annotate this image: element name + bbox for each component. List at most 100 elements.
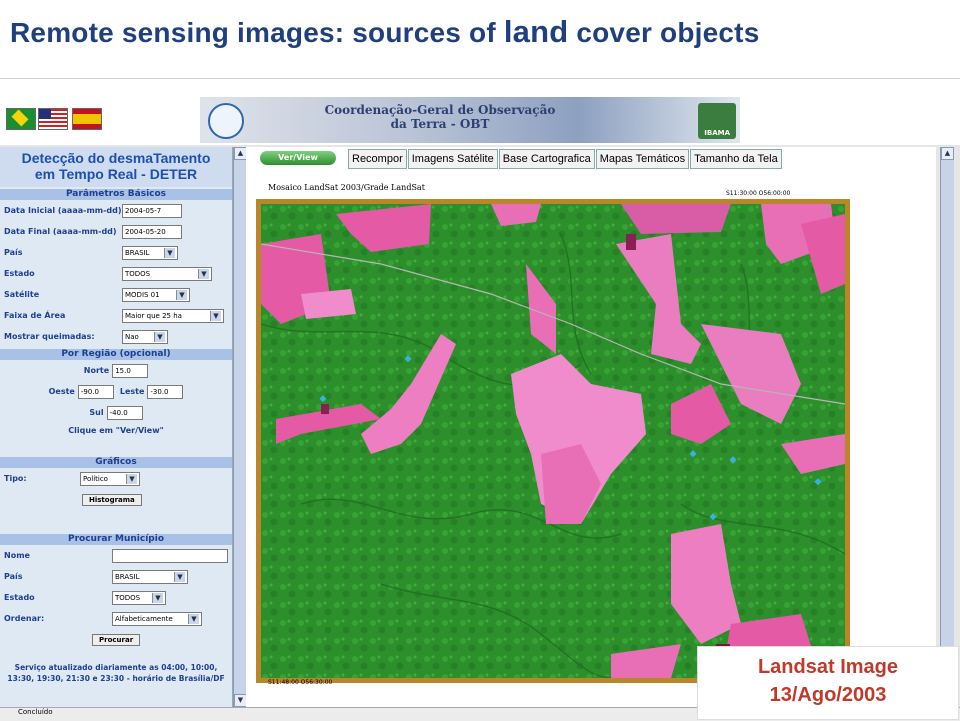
satellite-map[interactable] bbox=[256, 199, 850, 683]
faixa-area-select[interactable]: Maior que 25 ha ▼ bbox=[122, 308, 224, 323]
field-faixa-area: Faixa de Área Maior que 25 ha ▼ bbox=[0, 305, 232, 326]
row-muni-pais: País BRASIL ▼ bbox=[0, 566, 232, 587]
field-estado: Estado TODOS ▼ bbox=[0, 263, 232, 284]
header-banner: Coordenação-Geral de Observação da Terra… bbox=[200, 97, 740, 143]
sul-input[interactable]: -40.0 bbox=[106, 405, 143, 420]
chevron-down-icon[interactable]: ▼ bbox=[164, 247, 175, 258]
nome-input[interactable] bbox=[112, 548, 228, 563]
norte-label: Norte bbox=[83, 366, 110, 375]
chevron-down-icon[interactable]: ▼ bbox=[210, 310, 221, 321]
ibama-logo-label: IBAMA bbox=[704, 129, 730, 137]
tipo-select[interactable]: Político ▼ bbox=[80, 471, 140, 486]
tab-tamanho-tela[interactable]: Tamanho da Tela bbox=[690, 149, 782, 169]
row-tipo: Tipo: Político ▼ bbox=[0, 468, 232, 489]
footer-note: Serviço atualizado diariamente as 04:00,… bbox=[7, 663, 225, 683]
muni-pais-label: País bbox=[4, 572, 23, 581]
chevron-down-icon[interactable]: ▼ bbox=[198, 268, 209, 279]
pais-select[interactable]: BRASIL ▼ bbox=[122, 245, 178, 260]
verview-button[interactable]: Ver/View bbox=[260, 151, 336, 165]
tab-imagens-satelite[interactable]: Imagens Satélite bbox=[407, 149, 498, 169]
banner-title-line2: da Terra - OBT bbox=[390, 117, 490, 131]
map-caption: Mosaico LandSat 2003/Grade LandSat bbox=[268, 183, 425, 192]
browser-screenshot: Coordenação-Geral de Observação da Terra… bbox=[0, 78, 960, 721]
select-value: TODOS bbox=[115, 593, 141, 602]
muni-header: Procurar Município bbox=[0, 534, 232, 545]
title-part-1: Remote sensing images: sources of bbox=[10, 17, 496, 48]
row-procurar: Procurar bbox=[0, 629, 232, 650]
field-satelite: Satélite MODIS 01 ▼ bbox=[0, 284, 232, 305]
chevron-down-icon[interactable]: ▼ bbox=[188, 613, 199, 624]
slide-title: Remote sensing images: sources of land c… bbox=[10, 14, 759, 50]
scroll-up-icon[interactable]: ▲ bbox=[941, 147, 954, 160]
estado-select[interactable]: TODOS ▼ bbox=[122, 266, 212, 281]
select-value: Maior que 25 ha bbox=[125, 311, 182, 320]
field-queimadas: Mostrar queimadas: Nao ▼ bbox=[0, 326, 232, 347]
chevron-down-icon[interactable]: ▼ bbox=[176, 289, 187, 300]
chevron-down-icon[interactable]: ▼ bbox=[154, 331, 165, 342]
banner-title-line1: Coordenação-Geral de Observação bbox=[324, 103, 556, 117]
title-part-3: cover objects bbox=[576, 17, 760, 48]
muni-pais-select[interactable]: BRASIL ▼ bbox=[112, 569, 188, 584]
image-caption: Landsat Image 13/Ago/2003 bbox=[697, 646, 959, 720]
field-label: País bbox=[4, 248, 23, 257]
spain-flag-icon[interactable] bbox=[72, 108, 102, 130]
select-value: Político bbox=[83, 474, 108, 483]
field-label: Mostrar queimadas: bbox=[4, 332, 95, 341]
chevron-down-icon[interactable]: ▼ bbox=[174, 571, 185, 582]
row-histogram: Histograma bbox=[0, 489, 232, 510]
status-text: Concluído bbox=[18, 708, 53, 716]
norte-input[interactable]: 15.0 bbox=[112, 363, 149, 378]
select-value: BRASIL bbox=[125, 248, 150, 257]
tab-recompor[interactable]: Recompor bbox=[348, 149, 407, 169]
field-pais: País BRASIL ▼ bbox=[0, 242, 232, 263]
leste-input[interactable]: -30.0 bbox=[147, 384, 184, 399]
caption-line2: 13/Ago/2003 bbox=[769, 684, 887, 706]
sidebar-scrollbar[interactable]: ▲ ▼ bbox=[233, 147, 247, 707]
title-part-2: land bbox=[503, 14, 569, 49]
brazil-flag-icon[interactable] bbox=[6, 108, 36, 130]
queimadas-select[interactable]: Nao ▼ bbox=[122, 329, 168, 344]
row-oeste-leste: Oeste -90.0 Leste -30.0 bbox=[0, 381, 232, 402]
data-inicial-input[interactable]: 2004-05-7 bbox=[122, 203, 182, 218]
ordenar-select[interactable]: Alfabeticamente ▼ bbox=[112, 611, 202, 626]
data-final-input[interactable]: 2004-05-20 bbox=[122, 224, 182, 239]
oeste-input[interactable]: -90.0 bbox=[77, 384, 114, 399]
field-label: Data Final (aaaa-mm-dd) bbox=[4, 227, 117, 236]
satelite-select[interactable]: MODIS 01 ▼ bbox=[122, 287, 190, 302]
map-panel: Ver/View Recompor Imagens Satélite Base … bbox=[246, 147, 936, 721]
select-value: TODOS bbox=[125, 269, 151, 278]
params-header: Parâmetros Básicos bbox=[0, 189, 232, 200]
histogram-button[interactable]: Histograma bbox=[82, 493, 142, 506]
coord-ne: S11:30:00 O56:00:00 bbox=[726, 190, 791, 197]
usa-flag-icon[interactable] bbox=[38, 108, 68, 130]
select-value: BRASIL bbox=[115, 572, 140, 581]
field-label: Estado bbox=[4, 269, 35, 278]
map-toolbar: Ver/View Recompor Imagens Satélite Base … bbox=[246, 149, 783, 169]
procurar-button[interactable]: Procurar bbox=[92, 633, 141, 646]
row-ordenar: Ordenar: Alfabeticamente ▼ bbox=[0, 608, 232, 629]
tab-base-cartografica[interactable]: Base Cartografica bbox=[498, 149, 595, 169]
row-muni-estado: Estado TODOS ▼ bbox=[0, 587, 232, 608]
row-sul: Sul -40.0 bbox=[0, 402, 232, 423]
ordenar-label: Ordenar: bbox=[4, 614, 45, 623]
field-label: Data Inicial (aaaa-mm-dd) bbox=[4, 206, 122, 215]
landsat-image bbox=[261, 204, 845, 678]
field-data-final: Data Final (aaaa-mm-dd) 2004-05-20 bbox=[0, 221, 232, 242]
oeste-label: Oeste bbox=[48, 387, 75, 396]
main-scrollbar[interactable]: ▲ ▼ bbox=[940, 147, 954, 707]
field-label: Satélite bbox=[4, 290, 40, 299]
graphs-header: Gráficos bbox=[0, 457, 232, 468]
chevron-down-icon[interactable]: ▼ bbox=[152, 592, 163, 603]
muni-estado-select[interactable]: TODOS ▼ bbox=[112, 590, 166, 605]
tab-mapas-tematicos[interactable]: Mapas Temáticos bbox=[595, 149, 690, 169]
row-nome: Nome bbox=[0, 545, 232, 566]
banner-title: Coordenação-Geral de Observação da Terra… bbox=[300, 103, 580, 131]
region-header: Por Região (opcional) bbox=[0, 349, 232, 360]
field-data-inicial: Data Inicial (aaaa-mm-dd) 2004-05-7 bbox=[0, 200, 232, 221]
chevron-down-icon[interactable]: ▼ bbox=[126, 473, 137, 484]
click-hint: Clique em "Ver/View" bbox=[68, 425, 164, 435]
tipo-label: Tipo: bbox=[4, 474, 27, 483]
top-bar: Coordenação-Geral de Observação da Terra… bbox=[0, 79, 960, 145]
